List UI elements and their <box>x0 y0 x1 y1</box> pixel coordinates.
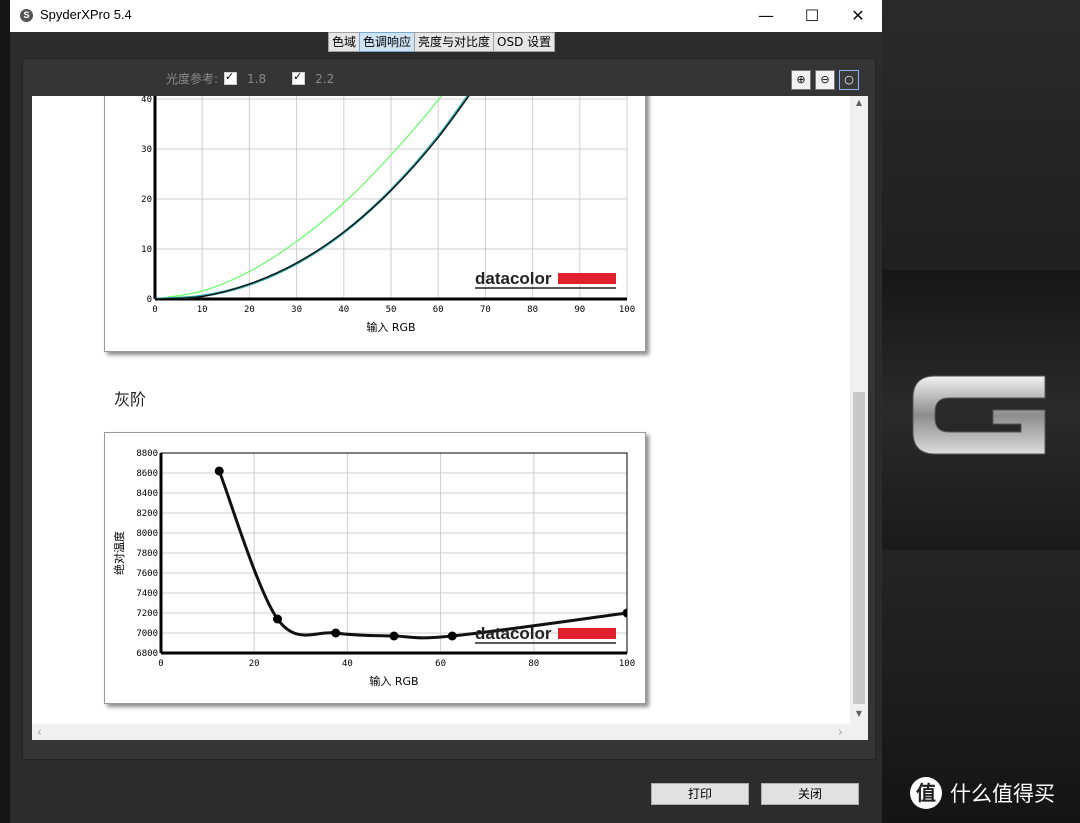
series-line <box>155 96 470 299</box>
x-tick-label: 80 <box>528 659 539 669</box>
scroll-up-icon[interactable]: ▲ <box>850 98 868 107</box>
data-point <box>214 466 224 476</box>
grayscale-chart: 0 20 40 60 80 100 6800 7000 7200 7400 7600 7800 8000… <box>104 432 646 704</box>
x-tick-label: 80 <box>527 305 538 315</box>
x-tick-label: 0 <box>152 305 157 315</box>
watermark: 值 什么值得买 <box>910 777 1055 809</box>
tab-brightness-contrast[interactable]: 亮度与对比度 <box>414 32 495 52</box>
scroll-corner <box>850 724 868 740</box>
y-tick-label: 8800 <box>136 449 158 459</box>
title-bar[interactable]: S SpyderXPro 5.4 — ☐ ✕ <box>10 0 882 32</box>
x-tick-label: 40 <box>342 659 353 669</box>
gamma-reference-row: 光度参考: 1.8 2.2 <box>166 70 354 87</box>
x-tick-label: 20 <box>249 659 260 669</box>
y-tick-label: 8400 <box>136 489 158 499</box>
app-logo-icon: S <box>20 9 33 22</box>
tab-tone-response[interactable]: 色调响应 <box>359 32 416 52</box>
y-axis-label: 绝对温度 <box>112 531 126 575</box>
section-title-grayscale: 灰阶 <box>114 390 147 409</box>
y-tick-label: 7000 <box>136 629 158 639</box>
y-tick-label: 40 <box>141 96 152 105</box>
x-axis-label: 输入 RGB <box>369 674 418 688</box>
g-logo-icon <box>912 375 1046 455</box>
y-tick-label: 20 <box>141 195 152 205</box>
tab-gamut[interactable]: 色域 <box>328 32 361 52</box>
data-point <box>447 631 457 641</box>
x-tick-label: 60 <box>435 659 446 669</box>
scroll-thumb[interactable] <box>853 392 865 704</box>
scroll-right-icon[interactable]: › <box>838 725 843 739</box>
x-tick-label: 30 <box>291 305 302 315</box>
window-title: SpyderXPro 5.4 <box>40 7 132 22</box>
watermark-logo-icon: 值 <box>910 777 942 809</box>
gamma-2-2-label: 2.2 <box>315 71 335 86</box>
x-tick-label: 60 <box>433 305 444 315</box>
horizontal-scrollbar[interactable]: ‹ › <box>32 724 850 740</box>
plot-area <box>155 96 470 299</box>
x-tick-label: 10 <box>197 305 208 315</box>
gamma-1-8-checkbox[interactable] <box>224 70 238 85</box>
desktop-strip <box>0 0 10 823</box>
close-window-button[interactable]: ✕ <box>835 0 881 32</box>
x-tick-label: 20 <box>244 305 255 315</box>
gamma-reference-label: 光度参考: <box>166 72 219 86</box>
zoom-out-icon[interactable]: ⊖ <box>815 70 835 90</box>
tone-response-chart: 0 10 20 30 40 50 60 70 80 90 100 0 10 20 30 40 输入 RGB dat… <box>104 96 646 352</box>
y-tick-label: 7800 <box>136 549 158 559</box>
datacolor-logo-bar <box>558 628 616 639</box>
y-tick-label: 0 <box>147 295 152 305</box>
y-tick-label: 7400 <box>136 589 158 599</box>
x-tick-label: 50 <box>386 305 397 315</box>
y-tick-label: 7600 <box>136 569 158 579</box>
y-tick-label: 6800 <box>136 649 158 659</box>
zoom-in-icon[interactable]: ⊕ <box>791 70 811 90</box>
series-line <box>155 96 470 299</box>
grayscale-svg: 0 20 40 60 80 100 6800 7000 7200 7400 7600 7800 8000… <box>112 449 635 688</box>
scroll-left-icon[interactable]: ‹ <box>37 725 42 739</box>
print-button[interactable]: 打印 <box>651 783 749 805</box>
y-tick-label: 8600 <box>136 469 158 479</box>
x-tick-label: 40 <box>338 305 349 315</box>
y-tick-label: 8000 <box>136 529 158 539</box>
minimize-button[interactable]: — <box>743 0 789 32</box>
tab-osd-settings[interactable]: OSD 设置 <box>493 32 556 52</box>
datacolor-logo: datacolor <box>475 269 552 288</box>
data-point <box>622 608 627 618</box>
x-axis-label: 输入 RGB <box>366 320 415 334</box>
watermark-text: 什么值得买 <box>950 782 1055 806</box>
data-point <box>273 614 282 624</box>
tone-response-svg: 0 10 20 30 40 50 60 70 80 90 100 0 10 20 30 40 输入 RGB dat… <box>141 96 635 334</box>
report-viewport[interactable]: 0 10 20 30 40 50 60 70 80 90 100 0 10 20 30 40 输入 RGB dat… <box>32 96 850 724</box>
zoom-fit-icon[interactable]: ○ <box>839 70 859 90</box>
y-tick-label: 8200 <box>136 509 158 519</box>
x-tick-label: 90 <box>574 305 585 315</box>
tab-bar: 色域 色调响应 亮度与对比度 OSD 设置 <box>328 32 556 52</box>
datacolor-logo: datacolor <box>475 624 552 643</box>
y-tick-label: 10 <box>141 245 152 255</box>
x-tick-label: 100 <box>619 305 635 315</box>
gamma-2-2-checkbox[interactable] <box>292 70 306 85</box>
close-button[interactable]: 关闭 <box>761 783 859 805</box>
vertical-scrollbar[interactable]: ▲ ▼ <box>850 96 868 724</box>
data-point <box>331 628 341 638</box>
datacolor-logo-bar <box>558 273 616 284</box>
x-tick-label: 70 <box>480 305 491 315</box>
y-tick-label: 30 <box>141 145 152 155</box>
app-window: S SpyderXPro 5.4 — ☐ ✕ 色域 色调响应 亮度与对比度 OS… <box>10 0 882 823</box>
maximize-button[interactable]: ☐ <box>789 0 835 32</box>
y-tick-label: 7200 <box>136 609 158 619</box>
x-tick-label: 0 <box>158 659 163 669</box>
scroll-down-icon[interactable]: ▼ <box>850 709 868 718</box>
series-line <box>155 96 443 299</box>
gamma-1-8-label: 1.8 <box>247 71 267 86</box>
data-point <box>389 631 399 641</box>
x-tick-label: 100 <box>619 659 635 669</box>
